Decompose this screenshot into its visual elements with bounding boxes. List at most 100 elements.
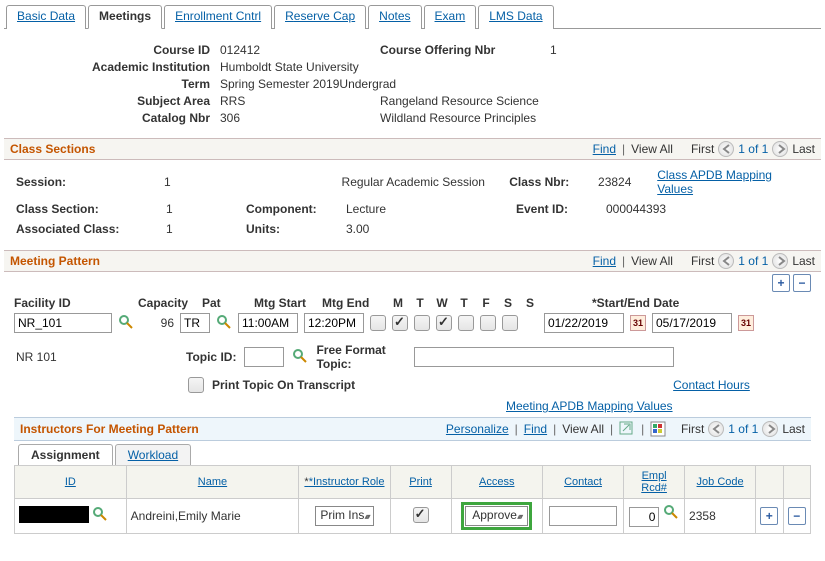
- day-th-checkbox[interactable]: [436, 315, 452, 331]
- start-date-input[interactable]: [544, 313, 624, 333]
- col-print[interactable]: Print: [390, 466, 451, 499]
- day-th-label: T: [456, 296, 472, 310]
- delete-row-button[interactable]: −: [793, 274, 811, 292]
- mp-first: First: [691, 254, 714, 268]
- add-row-button[interactable]: +: [772, 274, 790, 292]
- mtg-end-input[interactable]: [304, 313, 364, 333]
- day-w-checkbox[interactable]: [414, 315, 430, 331]
- role-select[interactable]: Prim Ins: [315, 506, 373, 526]
- free-format-label: Free Format Topic:: [316, 343, 406, 371]
- facility-id-input[interactable]: [14, 313, 112, 333]
- next-row-icon[interactable]: [772, 141, 788, 157]
- day-s-checkbox[interactable]: [480, 315, 496, 331]
- class-sections-title: Class Sections: [10, 142, 95, 156]
- tab-lms-data[interactable]: LMS Data: [478, 5, 553, 29]
- capacity-value: 96: [140, 316, 174, 330]
- start-end-date-label: *Start/End Date: [592, 296, 679, 310]
- start-date-calendar-icon[interactable]: 31: [630, 315, 646, 331]
- tab-meetings[interactable]: Meetings: [88, 5, 162, 29]
- col-access[interactable]: Access: [451, 466, 542, 499]
- col-add: [756, 466, 783, 499]
- col-empl[interactable]: Empl Rcd#: [624, 466, 685, 499]
- prev-row-icon[interactable]: [718, 141, 734, 157]
- tab-exam[interactable]: Exam: [424, 5, 477, 29]
- day-m-checkbox[interactable]: [370, 315, 386, 331]
- contact-input[interactable]: [549, 506, 617, 526]
- col-contact[interactable]: Contact: [542, 466, 623, 499]
- download-icon[interactable]: [650, 421, 666, 437]
- subtab-workload[interactable]: Workload: [115, 444, 191, 465]
- instructors-subtabs: Assignment Workload: [14, 441, 811, 465]
- instr-next-icon[interactable]: [762, 421, 778, 437]
- row-count: 1 of 1: [738, 142, 768, 156]
- col-job[interactable]: Job Code: [685, 466, 756, 499]
- print-checkbox[interactable]: [413, 507, 429, 523]
- term-value: Spring Semester 2019Undergrad: [220, 77, 396, 91]
- find-link[interactable]: Find: [593, 142, 616, 156]
- instr-prev-icon[interactable]: [708, 421, 724, 437]
- mtg-start-input[interactable]: [238, 313, 298, 333]
- subtab-assignment[interactable]: Assignment: [18, 444, 113, 465]
- day-su-checkbox[interactable]: [502, 315, 518, 331]
- subject-label: Subject Area: [12, 94, 220, 108]
- row-add-button[interactable]: +: [760, 507, 778, 525]
- class-nbr-value: 23824: [598, 175, 657, 189]
- course-id-label: Course ID: [12, 43, 220, 57]
- col-name[interactable]: Name: [126, 466, 299, 499]
- instructors-bar: Instructors For Meeting Pattern Personal…: [14, 417, 811, 441]
- instr-view-all: View All: [562, 422, 604, 436]
- class-apdb-link[interactable]: Class APDB Mapping Values: [657, 168, 809, 196]
- class-section-label: Class Section:: [16, 202, 166, 216]
- mp-next-icon[interactable]: [772, 253, 788, 269]
- mp-find-link[interactable]: Find: [593, 254, 616, 268]
- pat-lookup-icon[interactable]: [216, 315, 232, 331]
- mp-prev-icon[interactable]: [718, 253, 734, 269]
- day-f-checkbox[interactable]: [458, 315, 474, 331]
- component-label: Component:: [246, 202, 346, 216]
- print-topic-label: Print Topic On Transcript: [212, 378, 355, 392]
- class-nbr-label: Class Nbr:: [509, 175, 598, 189]
- last-label: Last: [792, 142, 815, 156]
- event-id-label: Event ID:: [516, 202, 606, 216]
- empl-rcd-input[interactable]: [629, 507, 659, 527]
- event-id-value: 000044393: [606, 202, 666, 216]
- personalize-link[interactable]: Personalize: [446, 422, 509, 436]
- col-del: [783, 466, 810, 499]
- catalog-desc: Wildland Resource Principles: [380, 111, 536, 125]
- topic-lookup-icon[interactable]: [292, 349, 308, 365]
- end-date-calendar-icon[interactable]: 31: [738, 315, 754, 331]
- end-date-input[interactable]: [652, 313, 732, 333]
- header-block: Course ID 012412 Course Offering Nbr 1 A…: [4, 29, 821, 138]
- col-id[interactable]: ID: [15, 466, 127, 499]
- tab-basic-data[interactable]: Basic Data: [6, 5, 86, 29]
- tab-reserve-cap[interactable]: Reserve Cap: [274, 5, 366, 29]
- pat-input[interactable]: [180, 313, 210, 333]
- empl-lookup-icon[interactable]: [663, 505, 679, 521]
- main-tabs: Basic Data Meetings Enrollment Cntrl Res…: [4, 4, 821, 29]
- facility-lookup-icon[interactable]: [118, 315, 134, 331]
- mp-view-all: View All: [631, 254, 673, 268]
- free-format-input[interactable]: [414, 347, 674, 367]
- topic-id-input[interactable]: [244, 347, 284, 367]
- print-topic-checkbox[interactable]: [188, 377, 204, 393]
- view-all-text: View All: [631, 142, 673, 156]
- id-lookup-icon[interactable]: [92, 507, 108, 523]
- catalog-value: 306: [220, 111, 380, 125]
- tab-enrollment-cntrl[interactable]: Enrollment Cntrl: [164, 5, 272, 29]
- units-value: 3.00: [346, 222, 369, 236]
- row-delete-button[interactable]: −: [788, 507, 806, 525]
- day-t-checkbox[interactable]: [392, 315, 408, 331]
- meeting-apdb-link[interactable]: Meeting APDB Mapping Values: [506, 399, 673, 413]
- access-select[interactable]: Approve: [465, 506, 528, 526]
- units-label: Units:: [246, 222, 346, 236]
- tab-notes[interactable]: Notes: [368, 5, 421, 29]
- contact-hours-link[interactable]: Contact Hours: [673, 378, 750, 392]
- mp-count: 1 of 1: [738, 254, 768, 268]
- institution-label: Academic Institution: [12, 60, 220, 74]
- mtg-end-label: Mtg End: [322, 296, 384, 310]
- day-f-label: F: [478, 296, 494, 310]
- col-role[interactable]: **Instructor Role: [299, 466, 390, 499]
- zoom-icon[interactable]: [619, 421, 635, 437]
- instr-count: 1 of 1: [728, 422, 758, 436]
- instr-find-link[interactable]: Find: [524, 422, 547, 436]
